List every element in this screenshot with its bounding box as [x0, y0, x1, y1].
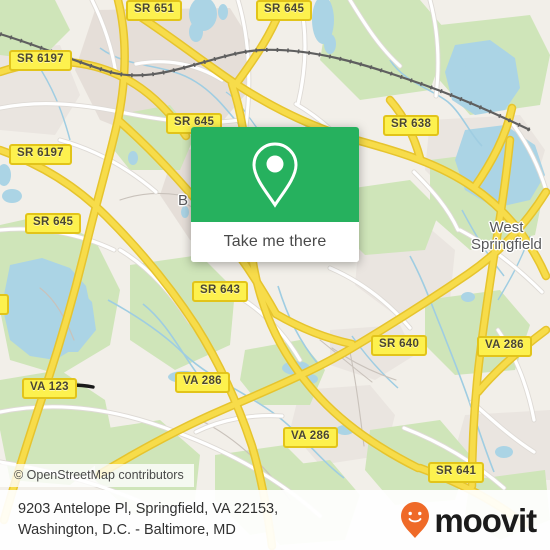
address-line-1: 9203 Antelope Pl, Springfield, VA 22153,: [18, 500, 279, 517]
road-shield: SR 6197: [9, 144, 72, 165]
address-line-2: Washington, D.C. - Baltimore, MD: [18, 522, 236, 538]
place-label-line: Springfield: [471, 236, 542, 254]
road-shield: VA 286: [175, 372, 230, 393]
moovit-smiley-pin-icon: [401, 502, 430, 538]
road-shield: VA 286: [283, 427, 338, 448]
road-shield: SR 645: [256, 0, 313, 21]
road-shield: SR 643: [192, 281, 249, 302]
road-shield: SR 645: [25, 213, 82, 234]
destination-popup[interactable]: Take me there: [191, 127, 359, 262]
place-label-burke: B: [178, 192, 189, 209]
address-block: 9203 Antelope Pl, Springfield, VA 22153,…: [18, 499, 278, 541]
map-pin-icon: [252, 141, 298, 208]
popup-header: [191, 127, 359, 222]
road-shield: SR 651: [126, 0, 183, 21]
map-attribution[interactable]: © OpenStreetMap contributors: [0, 464, 194, 487]
popup-tail: [263, 261, 287, 262]
road-shield: 3: [0, 294, 9, 315]
popup-body: Take me there: [191, 127, 359, 262]
road-shield: SR 640: [371, 335, 428, 356]
place-label-line: West: [489, 219, 524, 236]
moovit-logo[interactable]: moovit: [400, 501, 537, 539]
road-shield: VA 286: [477, 336, 532, 357]
footer-bar: 9203 Antelope Pl, Springfield, VA 22153,…: [0, 490, 550, 550]
road-shield: SR 638: [383, 115, 440, 136]
road-shield: SR 6197: [9, 50, 72, 71]
place-label-west-springfield: West Springfield: [471, 219, 542, 254]
moovit-wordmark: moovit: [434, 501, 537, 539]
road-shield: VA 123: [22, 378, 77, 399]
take-me-there-button[interactable]: Take me there: [191, 222, 359, 262]
map-screen: .water{fill:#abd4e5;} .waterline{stroke:…: [0, 0, 550, 550]
road-shield: SR 641: [428, 462, 485, 483]
take-me-there-label: Take me there: [223, 233, 327, 250]
